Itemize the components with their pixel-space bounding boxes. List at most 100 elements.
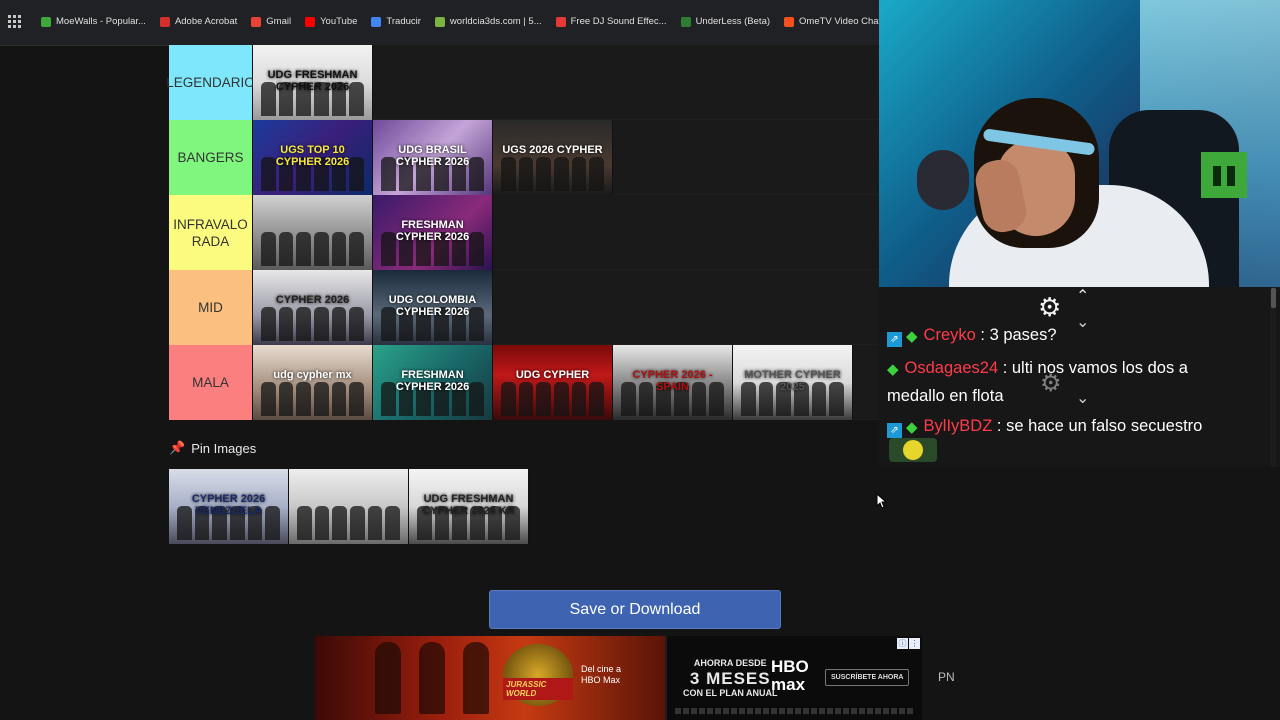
bookmark-favicon-icon [251, 16, 262, 27]
gear-icon[interactable]: ⚙ [1038, 294, 1061, 320]
bookmark-label: worldcia3ds.com | 5... [449, 16, 542, 27]
bookmark-item[interactable]: Traducir [371, 16, 421, 27]
gem-badge-icon: ◆ [906, 328, 918, 345]
bookmark-favicon-icon [159, 16, 170, 27]
apps-grid-icon[interactable] [8, 14, 21, 29]
thumbnail-people [501, 157, 605, 191]
ad-offer-panel: AHORRA DESDE 3 MESES CON EL PLAN ANUAL H… [665, 636, 922, 720]
ad-offer-line3: CON EL PLAN ANUAL [683, 688, 778, 698]
ad-more-icon[interactable]: ⋮ [909, 638, 920, 649]
video-thumbnail[interactable] [289, 469, 409, 544]
screen: MoeWalls - Popular... Adobe Acrobat Gmail Y… [0, 0, 1280, 720]
mouse-cursor-icon [876, 493, 886, 509]
bookmark-label: Free DJ Sound Effec... [570, 16, 667, 27]
thumbnail-people [261, 307, 365, 341]
bookmark-favicon-icon [305, 16, 316, 27]
jurassic-world-logo: JURASSIC WORLD [503, 644, 573, 706]
thumbnail-title: UDG FRESHMAN CYPHER 2026 KR [422, 493, 515, 517]
thumbnail-people [297, 506, 401, 540]
bookmark-item[interactable]: Gmail [251, 16, 291, 27]
jurassic-world-label: JURASSIC WORLD [503, 678, 573, 700]
ad-cine-line1: Del cine a [581, 664, 622, 674]
bookmark-favicon-icon [784, 16, 795, 27]
video-thumbnail[interactable]: UGS 2026 CYPHER [493, 120, 613, 195]
hbo-logo-line2: max [771, 675, 806, 694]
chat-username[interactable]: Osdagaes24 [905, 359, 999, 377]
ad-subscribe-button[interactable]: SUSCRÍBETE AHORA [825, 669, 910, 686]
bookmark-label: OmeTV Video Chat... [799, 16, 880, 27]
chat-message: ◆ Osdagaes24 : ulti nos vamos los dos a m… [887, 355, 1247, 409]
video-thumbnail[interactable]: UGS TOP 10 CYPHER 2026 [253, 120, 373, 195]
bookmarks-bar: MoeWalls - Popular... Adobe Acrobat Gmail Y… [0, 0, 880, 46]
video-thumbnail[interactable]: MOTHER CYPHER 2025 [733, 345, 853, 420]
bookmark-label: Adobe Acrobat [174, 16, 238, 27]
ad-offer-big: 3 MESES [689, 669, 771, 688]
tier-label[interactable]: MID [169, 270, 253, 345]
thumbnail-people [501, 382, 605, 416]
bookmark-item[interactable]: Adobe Acrobat [159, 16, 238, 27]
video-thumbnail[interactable]: udg cypher mx [253, 345, 373, 420]
ad-choice-icons: ⓘ ⋮ [897, 638, 920, 649]
bookmark-favicon-icon [434, 16, 445, 27]
chat-text: : 3 pases? [975, 326, 1057, 344]
bookmark-item[interactable]: YouTube [305, 16, 357, 27]
ad-info-icon[interactable]: ⓘ [897, 638, 908, 649]
thumbnail-title: CYPHER 2026 VENEZUELA [191, 493, 266, 517]
chat-username[interactable]: BylIyBDZ [924, 417, 993, 435]
tier-label[interactable]: LEGENDARIO [166, 45, 255, 120]
ad-offer-text: AHORRA DESDE 3 MESES CON EL PLAN ANUAL [683, 658, 778, 699]
video-thumbnail[interactable]: UDG FRESHMAN CYPHER 2026 KR [409, 469, 529, 544]
pn-label: PN [938, 670, 955, 684]
bookmark-item[interactable]: worldcia3ds.com | 5... [434, 16, 542, 27]
bookmark-item[interactable]: UnderLess (Beta) [680, 16, 771, 27]
video-thumbnail[interactable] [253, 195, 373, 270]
advertisement-banner[interactable]: JURASSIC WORLD Del cine a HBO Max AHORRA… [315, 636, 922, 720]
video-thumbnail[interactable]: UDG CYPHER [493, 345, 613, 420]
video-thumbnail[interactable]: UDG FRESHMAN CYPHER 2026 [253, 45, 373, 120]
ad-fine-print [675, 708, 914, 714]
chevron-up-icon[interactable]: ⌃ [1076, 286, 1089, 306]
ad-movie-panel: JURASSIC WORLD Del cine a HBO Max [315, 636, 665, 720]
thumbnail-title: UDG BRASIL CYPHER 2026 [395, 144, 470, 168]
chat-text: : se hace un falso secuestro [992, 417, 1203, 435]
video-thumbnail[interactable]: FRESHMAN CYPHER 2026 [373, 195, 493, 270]
save-or-download-button[interactable]: Save or Download [489, 590, 781, 629]
thumbnail-title: UDG COLOMBIA CYPHER 2026 [388, 294, 477, 318]
ad-cine-text: Del cine a HBO Max [581, 664, 621, 686]
chevron-down-icon[interactable]: ⌄ [1076, 388, 1089, 408]
chat-scrollbar[interactable] [1270, 287, 1276, 467]
pin-images-header: 📌 Pin Images [169, 440, 256, 456]
video-thumbnail[interactable]: UDG COLOMBIA CYPHER 2026 [373, 270, 493, 345]
tier-items: UGS TOP 10 CYPHER 2026 UDG BRASIL CYPHER … [253, 120, 879, 195]
tier-row: INFRAVALORADA FRESHMAN CYPHER 2026 [169, 195, 879, 270]
thumbnail-title: udg cypher mx [273, 369, 352, 381]
tier-row: MALA udg cypher mx FRESHMAN CYPHER 2026 UDG… [169, 345, 879, 420]
tier-label[interactable]: INFRAVALORADA [169, 195, 253, 270]
tier-label[interactable]: BANGERS [169, 120, 253, 195]
thumbnail-title: CYPHER 2026 - SPAIN [632, 369, 713, 393]
tier-list: LEGENDARIO UDG FRESHMAN CYPHER 2026 BANGER… [166, 45, 879, 420]
video-thumbnail[interactable]: UDG BRASIL CYPHER 2026 [373, 120, 493, 195]
thumbnail-title: UDG FRESHMAN CYPHER 2026 [267, 69, 358, 93]
thumbnail-title: MOTHER CYPHER 2025 [744, 369, 841, 393]
bookmark-label: Gmail [266, 16, 292, 27]
bookmark-item[interactable]: MoeWalls - Popular... [41, 16, 146, 27]
ad-offer-line1: AHORRA DESDE [693, 658, 767, 668]
chat-username[interactable]: Creyko [924, 326, 976, 344]
moderator-badge-icon: ⇗ [887, 332, 902, 347]
video-thumbnail[interactable]: CYPHER 2026 [253, 270, 373, 345]
video-thumbnail[interactable]: CYPHER 2026 - SPAIN [613, 345, 733, 420]
video-thumbnail[interactable]: CYPHER 2026 VENEZUELA [169, 469, 289, 544]
chat-scrollbar-thumb[interactable] [1271, 288, 1276, 308]
tier-row: LEGENDARIO UDG FRESHMAN CYPHER 2026 [166, 45, 879, 120]
bookmark-item[interactable]: Free DJ Sound Effec... [555, 16, 667, 27]
video-thumbnail[interactable]: FRESHMAN CYPHER 2026 [373, 345, 493, 420]
moderator-badge-icon: ⇗ [887, 423, 902, 438]
tier-label[interactable]: MALA [169, 345, 253, 420]
thumbnail-title: CYPHER 2026 [275, 294, 350, 306]
pin-images-title: Pin Images [191, 440, 257, 456]
bookmark-item[interactable]: OmeTV Video Chat... [784, 16, 880, 27]
bookmark-label: Traducir [386, 16, 421, 27]
gear-icon[interactable]: ⚙ [1040, 372, 1062, 396]
bookmark-label: UnderLess (Beta) [695, 16, 771, 27]
